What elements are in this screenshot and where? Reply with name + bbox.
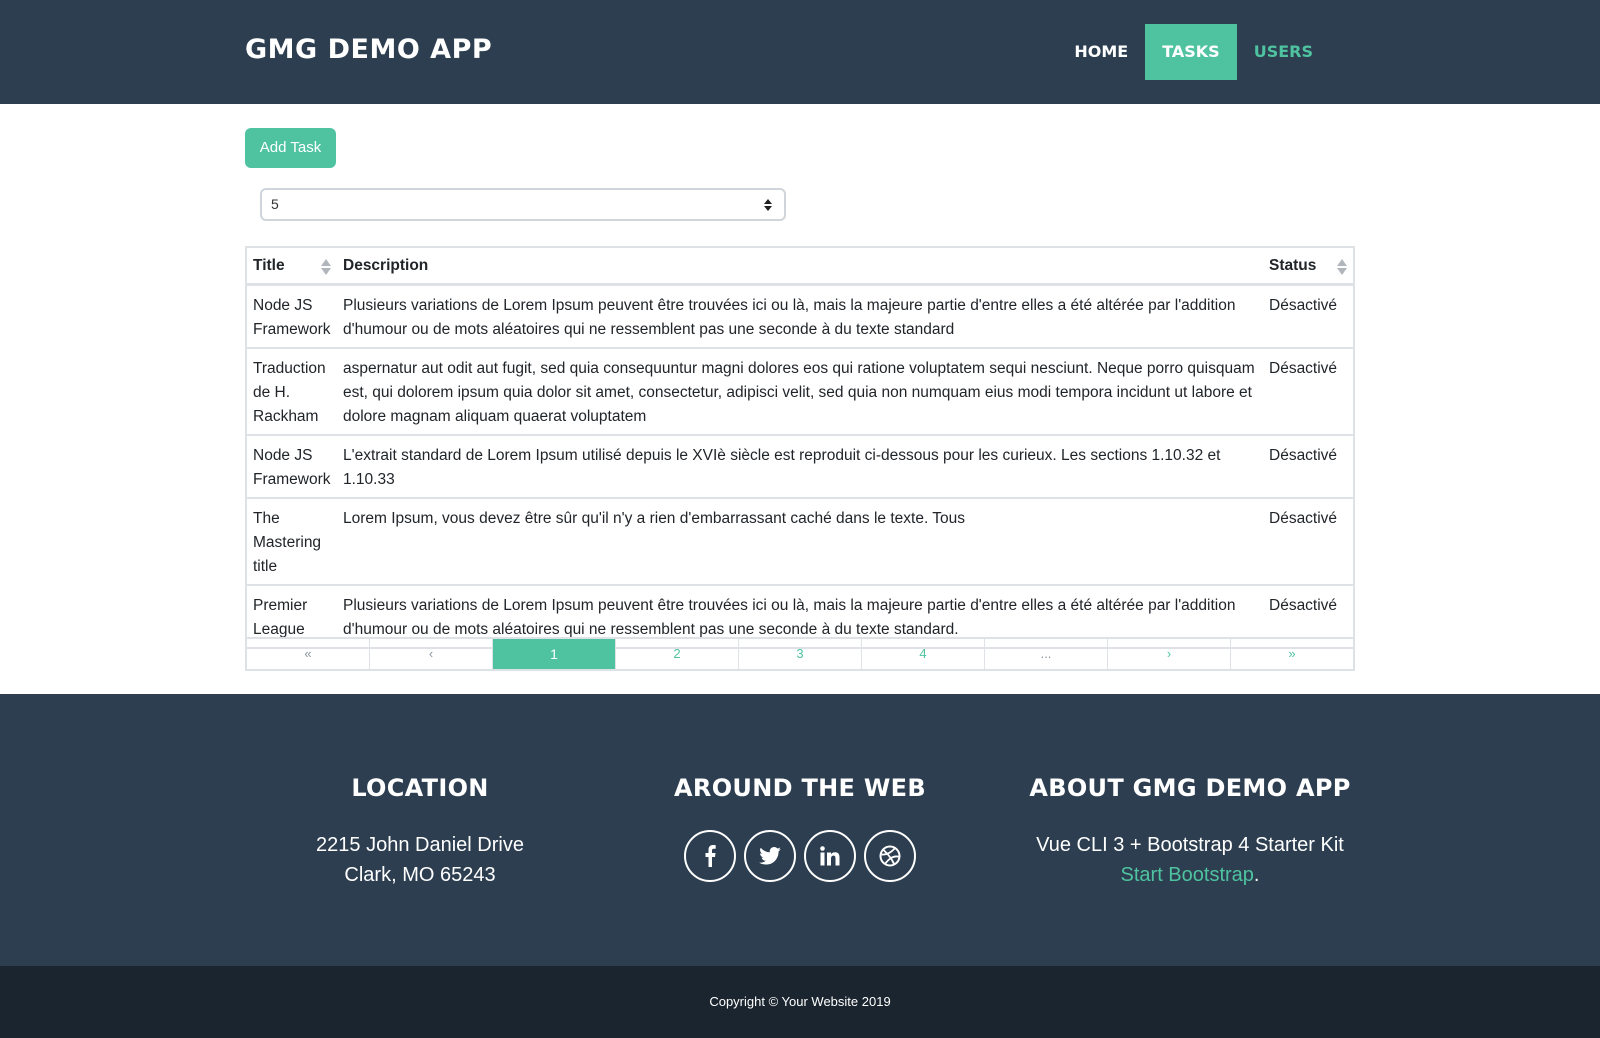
nav-tasks[interactable]: TASKS: [1145, 24, 1237, 80]
cell-status: Désactivé: [1269, 296, 1338, 314]
table-row[interactable]: Node JS Framework Plusieurs variations d…: [247, 284, 1353, 348]
about-period: .: [1253, 864, 1260, 886]
cell-description: L'extrait standard de Lorem Ipsum utilis…: [337, 433, 1263, 498]
add-task-button[interactable]: Add Task: [245, 128, 336, 168]
cell-title: The Mastering title: [247, 496, 337, 585]
cell-status: Désactivé: [1263, 433, 1353, 498]
header-status[interactable]: Status: [1263, 248, 1353, 286]
social-links: [650, 830, 950, 882]
page-1[interactable]: 1: [493, 639, 616, 669]
nav-users[interactable]: USERS: [1237, 24, 1330, 80]
table-row[interactable]: Traduction de H. Rackham aspernatur aut …: [247, 346, 1353, 435]
cell-description: aspernatur aut odit aut fugit, sed quia …: [337, 346, 1263, 435]
header-title[interactable]: Title: [247, 248, 337, 286]
around-heading: AROUND THE WEB: [674, 774, 926, 802]
address-line1: 2215 John Daniel Drive: [316, 834, 524, 856]
navbar: GMG DEMO APP HOME TASKS USERS: [0, 0, 1600, 104]
about-text: Vue CLI 3 + Bootstrap 4 Starter Kit: [1036, 834, 1344, 856]
page-2[interactable]: 2: [616, 639, 739, 669]
page-first[interactable]: «: [247, 639, 370, 669]
table-row[interactable]: The Mastering title Lorem Ipsum, vous de…: [247, 496, 1353, 585]
cell-description: Lorem Ipsum, vous devez être sûr qu'il n…: [337, 496, 1263, 585]
page-3[interactable]: 3: [739, 639, 862, 669]
address-line2: Clark, MO 65243: [344, 864, 496, 886]
footer-about: ABOUT GMG DEMO APP Vue CLI 3 + Bootstrap…: [1000, 774, 1380, 890]
copyright-bar: Copyright © Your Website 2019: [0, 966, 1600, 1038]
brand-logo[interactable]: GMG DEMO APP: [245, 34, 492, 65]
header-description: Description: [337, 248, 1263, 286]
cell-status: Désactivé: [1263, 346, 1353, 435]
main-nav: HOME TASKS USERS: [1057, 24, 1330, 80]
copyright-text: Copyright © Your Website 2019: [709, 994, 891, 1009]
cell-title: Node JS Framework: [247, 433, 337, 498]
linkedin-icon[interactable]: [804, 830, 856, 882]
facebook-icon[interactable]: [684, 830, 736, 882]
cell-title: Traduction de H. Rackham: [247, 346, 337, 435]
nav-home[interactable]: HOME: [1057, 24, 1145, 80]
cell-description: Plusieurs variations de Lorem Ipsum peuv…: [343, 296, 1236, 338]
sort-icon[interactable]: [1337, 259, 1347, 275]
page-last[interactable]: »: [1231, 639, 1353, 669]
table-row[interactable]: Node JS Framework L'extrait standard de …: [247, 433, 1353, 498]
footer-location: LOCATION 2215 John Daniel Drive Clark, M…: [270, 774, 570, 890]
footer: LOCATION 2215 John Daniel Drive Clark, M…: [0, 694, 1600, 966]
cell-title: Node JS Framework: [253, 296, 331, 338]
per-page-select[interactable]: 5: [260, 188, 786, 221]
table-header-row: Title Description Status: [247, 248, 1353, 286]
pagination: « ‹ 1 2 3 4 ... › »: [245, 637, 1355, 671]
tasks-table: Title Description Status Node JS Framewo…: [245, 246, 1355, 649]
dribbble-icon[interactable]: [864, 830, 916, 882]
page-next[interactable]: ›: [1108, 639, 1231, 669]
twitter-icon[interactable]: [744, 830, 796, 882]
location-heading: LOCATION: [351, 774, 489, 802]
page-4[interactable]: 4: [862, 639, 985, 669]
per-page-value: 5: [271, 196, 279, 212]
page-prev[interactable]: ‹: [370, 639, 493, 669]
about-heading: ABOUT GMG DEMO APP: [1029, 774, 1351, 802]
select-arrows-icon: [764, 199, 772, 211]
page-ellipsis: ...: [985, 639, 1108, 669]
footer-around-web: AROUND THE WEB: [650, 774, 950, 882]
start-bootstrap-link[interactable]: Start Bootstrap: [1121, 864, 1254, 886]
sort-icon[interactable]: [321, 259, 331, 275]
cell-status: Désactivé: [1263, 496, 1353, 585]
